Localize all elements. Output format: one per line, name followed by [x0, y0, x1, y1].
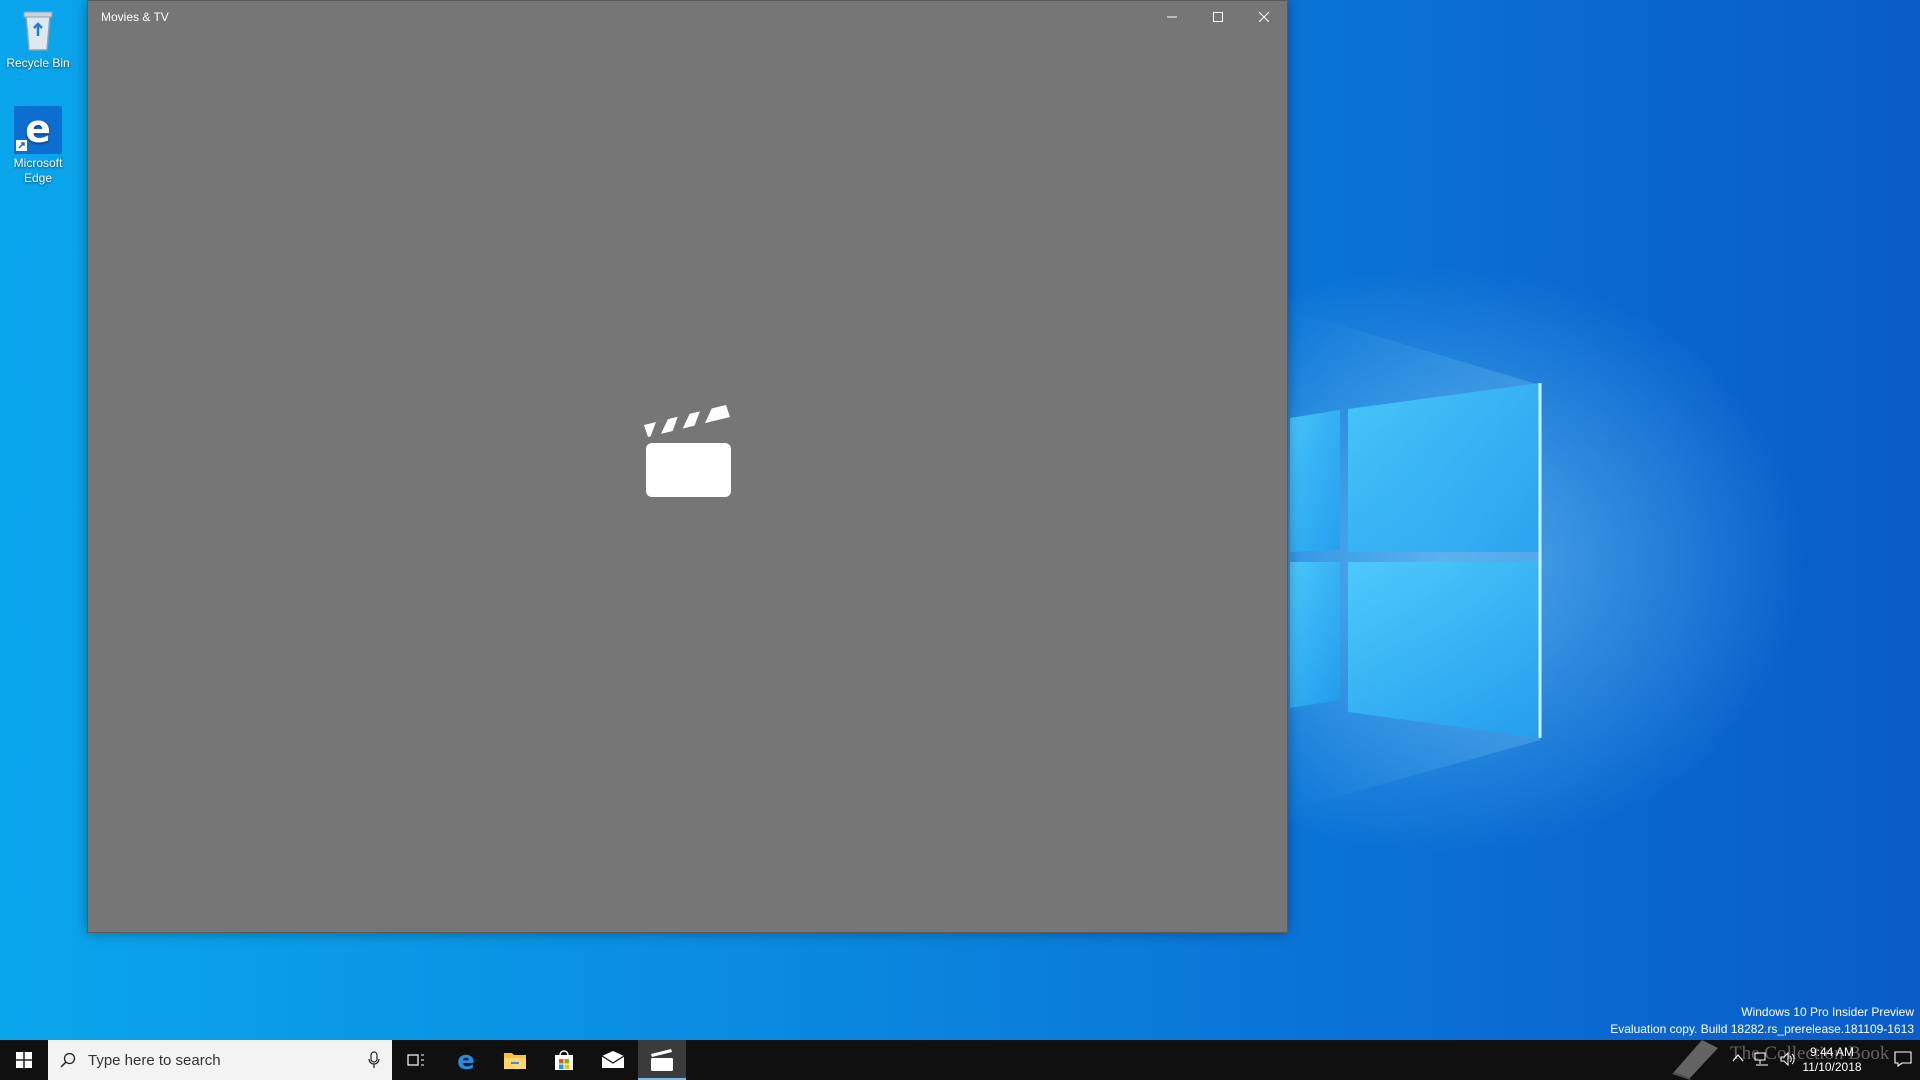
collection-book-logo: [1672, 1040, 1718, 1080]
task-view-icon: [407, 1054, 424, 1066]
taskbar-file-explorer-button[interactable]: [491, 1040, 539, 1080]
svg-text:e: e: [25, 107, 51, 151]
svg-text:e: e: [457, 1048, 475, 1072]
recycle-bin-desktop-icon[interactable]: Recycle Bin: [2, 6, 74, 71]
taskbar-search-box[interactable]: Type here to search: [48, 1040, 392, 1080]
build-watermark: Windows 10 Pro Insider Preview Evaluatio…: [1610, 1004, 1914, 1038]
taskbar-movies-tv-button[interactable]: [638, 1040, 686, 1080]
action-center-icon[interactable]: [1894, 1050, 1912, 1068]
minimize-button[interactable]: [1149, 1, 1195, 33]
close-icon: [1259, 12, 1269, 22]
minimize-icon: [1167, 16, 1177, 18]
taskbar-edge-button[interactable]: e: [442, 1040, 490, 1080]
collection-book-overlay-text: The Collection Book: [1730, 1043, 1890, 1064]
recycle-bin-label: Recycle Bin: [6, 56, 70, 70]
microphone-icon[interactable]: [368, 1051, 380, 1069]
start-button[interactable]: [0, 1040, 48, 1080]
recycle-bin-icon: [23, 11, 53, 51]
store-bag-icon: [555, 1050, 573, 1070]
close-button[interactable]: [1241, 1, 1287, 33]
watermark-edition: Windows 10 Pro Insider Preview: [1741, 1005, 1914, 1019]
taskbar: Type here to search e 9:44 AM 11/10/2018: [0, 1040, 1920, 1080]
search-icon: [60, 1052, 76, 1068]
microsoft-edge-label: Microsoft Edge: [13, 156, 63, 185]
title-bar[interactable]: Movies & TV: [88, 1, 1287, 33]
watermark-build: Evaluation copy. Build 18282.rs_prerelea…: [1610, 1022, 1914, 1036]
movies-tv-window[interactable]: Movies & TV: [87, 0, 1288, 933]
edge-icon: e: [457, 1048, 475, 1072]
taskbar-store-button[interactable]: [540, 1040, 588, 1080]
maximize-icon: [1213, 12, 1223, 22]
taskbar-mail-button[interactable]: [589, 1040, 637, 1080]
mail-envelope-icon: [601, 1051, 625, 1068]
search-placeholder: Type here to search: [88, 1052, 221, 1069]
edge-icon: e: [14, 106, 62, 154]
windows-start-icon: [16, 1052, 32, 1068]
microsoft-edge-desktop-icon[interactable]: e Microsoft Edge: [2, 106, 74, 186]
clapperboard-icon: [651, 1049, 673, 1071]
window-title: Movies & TV: [101, 10, 169, 24]
task-view-button[interactable]: [392, 1040, 440, 1080]
folder-icon: [504, 1053, 526, 1069]
maximize-button[interactable]: [1195, 1, 1241, 33]
clapperboard-icon: [644, 405, 731, 497]
